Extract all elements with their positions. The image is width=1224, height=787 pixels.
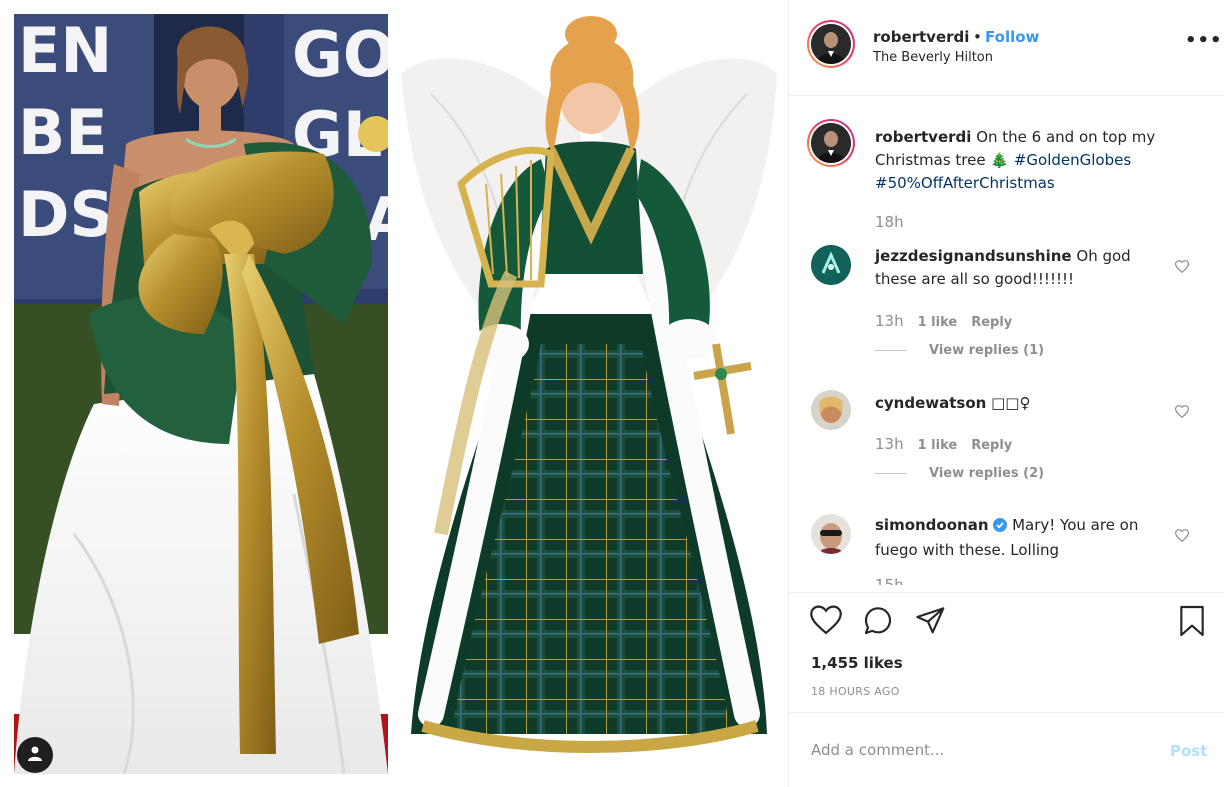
- post-media[interactable]: EN BE DS GOL GL A: [0, 0, 788, 787]
- comment-time[interactable]: 13h: [875, 435, 904, 453]
- view-replies-button[interactable]: View replies (1): [875, 343, 1044, 358]
- svg-text:GOL: GOL: [292, 18, 388, 91]
- comment-icon[interactable]: [861, 605, 895, 641]
- reply-button[interactable]: Reply: [971, 315, 1012, 330]
- post-location[interactable]: The Beverly Hilton: [873, 50, 993, 65]
- author-avatar[interactable]: [807, 20, 855, 68]
- comment-meta: 13h 1 like Reply: [875, 435, 1012, 453]
- post-caption: robertverdi On the 6 and on top my Chris…: [875, 126, 1165, 195]
- comment-username[interactable]: simondoonan: [875, 516, 989, 534]
- reply-button[interactable]: Reply: [971, 438, 1012, 453]
- separator-dot: •: [973, 28, 982, 46]
- hashtag-link[interactable]: #GoldenGlobes: [1014, 151, 1131, 169]
- svg-text:EN: EN: [18, 14, 112, 87]
- comment-meta: 15h: [875, 576, 904, 585]
- commenter-avatar[interactable]: [811, 390, 851, 430]
- view-replies-label: View replies (2): [929, 466, 1045, 481]
- comment-likes[interactable]: 1 like: [918, 438, 958, 453]
- view-replies-label: View replies (1): [929, 343, 1045, 358]
- like-comment-heart-icon[interactable]: [1174, 403, 1190, 422]
- share-icon[interactable]: [913, 605, 947, 641]
- comment-time[interactable]: 15h: [875, 576, 904, 585]
- post-comment-button[interactable]: Post: [1170, 742, 1207, 760]
- comment-body: simondoonan Mary! You are on fuego with …: [875, 514, 1165, 562]
- post-actions: 1,455 likes 18 HOURS AGO: [789, 592, 1224, 712]
- comment-body: cyndewatson □□♀: [875, 392, 1165, 415]
- svg-text:BE: BE: [18, 96, 108, 169]
- comment-body: jezzdesignandsunshine Oh god these are a…: [875, 245, 1165, 291]
- replies-divider: [875, 473, 907, 474]
- comment-likes[interactable]: 1 like: [918, 315, 958, 330]
- commenter-avatar[interactable]: [811, 245, 851, 285]
- comments-list[interactable]: robertverdi On the 6 and on top my Chris…: [789, 97, 1224, 585]
- caption-avatar[interactable]: [807, 119, 855, 167]
- user-tag-icon: [26, 744, 44, 766]
- follow-button[interactable]: Follow: [985, 28, 1039, 46]
- comment-text: □□♀: [991, 394, 1031, 412]
- heart-icon[interactable]: [809, 605, 843, 639]
- post-header: robertverdi • Follow The Beverly Hilton …: [789, 0, 1224, 96]
- add-comment-bar: Post: [789, 712, 1224, 787]
- angel-tree-topper-photo: [401, 14, 777, 774]
- user-tag-button[interactable]: [17, 737, 53, 773]
- like-comment-heart-icon[interactable]: [1174, 527, 1190, 546]
- caption-meta: 18h: [875, 213, 904, 231]
- view-replies-button[interactable]: View replies (2): [875, 466, 1044, 481]
- replies-divider: [875, 350, 907, 351]
- post-timestamp[interactable]: 18 HOURS AGO: [811, 685, 900, 698]
- comment-username[interactable]: jezzdesignandsunshine: [875, 247, 1072, 265]
- like-count[interactable]: 1,455 likes: [811, 654, 903, 672]
- caption-username[interactable]: robertverdi: [875, 128, 971, 146]
- svg-text:DS: DS: [18, 178, 114, 251]
- bookmark-icon[interactable]: [1177, 605, 1207, 641]
- more-options-icon[interactable]: •••: [1185, 30, 1223, 51]
- comment-meta: 13h 1 like Reply: [875, 312, 1012, 330]
- comment-username[interactable]: cyndewatson: [875, 394, 986, 412]
- caption-time[interactable]: 18h: [875, 213, 904, 231]
- red-carpet-photo: EN BE DS GOL GL A: [14, 14, 388, 774]
- author-username[interactable]: robertverdi: [873, 28, 969, 46]
- commenter-avatar[interactable]: [811, 514, 851, 554]
- christmas-tree-emoji: 🎄: [990, 151, 1010, 169]
- comment-input[interactable]: [811, 741, 1141, 759]
- like-comment-heart-icon[interactable]: [1174, 258, 1190, 277]
- hashtag-link[interactable]: #50%OffAfterChristmas: [875, 174, 1055, 192]
- post-side-panel: robertverdi • Follow The Beverly Hilton …: [788, 0, 1224, 787]
- comment-time[interactable]: 13h: [875, 312, 904, 330]
- verified-icon: [993, 516, 1008, 539]
